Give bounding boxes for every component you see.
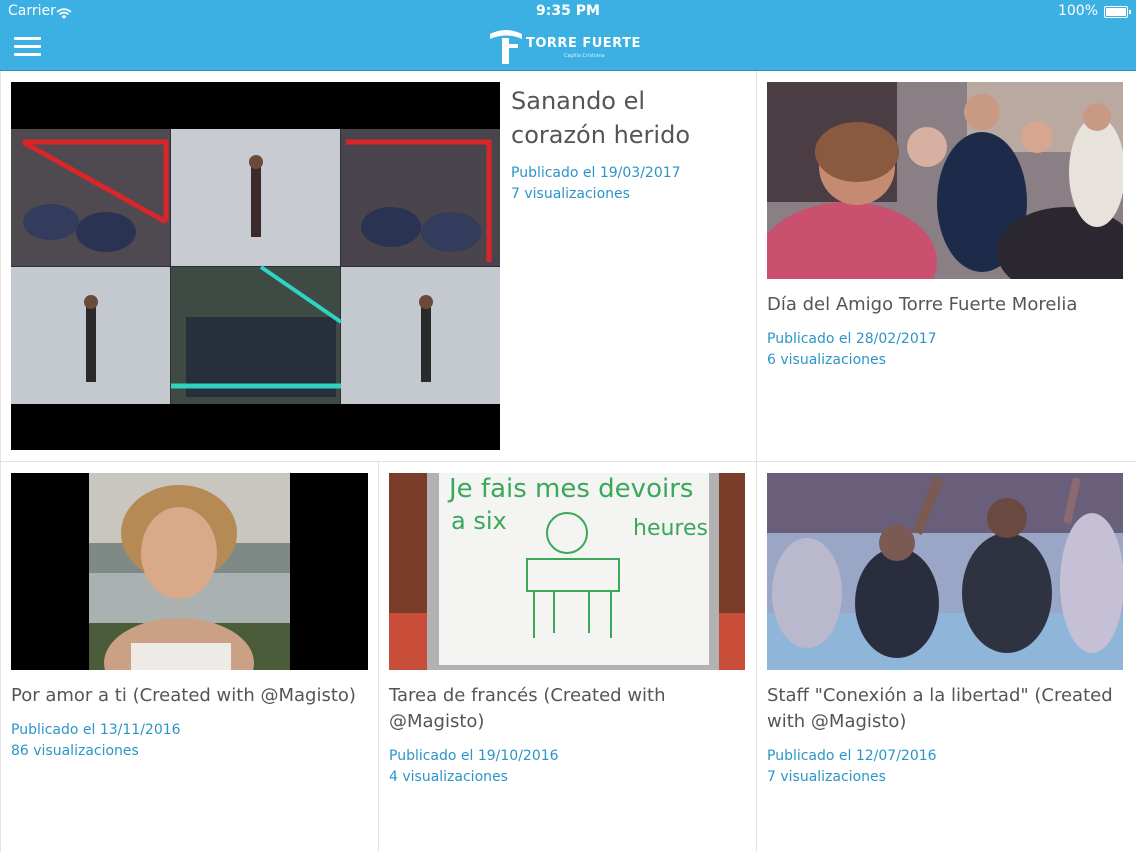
video-title[interactable]: Día del Amigo Torre Fuerte Morelia (767, 292, 1127, 318)
video-meta: Publicado el 12/07/2016 7 visualizacione… (767, 746, 937, 788)
video-thumbnail[interactable] (767, 82, 1123, 279)
whiteboard-text: a six (451, 507, 507, 535)
whiteboard-text: Je fais mes devoirs (447, 474, 693, 504)
menu-line-icon (14, 37, 41, 40)
hamburger-menu-button[interactable] (14, 37, 41, 57)
view-count: 7 visualizaciones (511, 186, 630, 202)
divider (756, 71, 757, 461)
divider (756, 462, 757, 852)
brand-logo[interactable]: TORRE FUERTE Capilla Cristiana (488, 28, 658, 66)
published-date: Publicado el 28/02/2017 (767, 331, 937, 347)
video-thumbnail[interactable] (11, 473, 368, 670)
video-thumbnail[interactable]: Je fais mes devoirs a six heures (389, 473, 745, 670)
video-title[interactable]: Sanando el corazón herido (511, 84, 746, 152)
video-meta: Publicado el 13/11/2016 86 visualizacion… (11, 720, 181, 762)
view-count: 6 visualizaciones (767, 352, 886, 368)
nav-bar: TORRE FUERTE Capilla Cristiana (0, 24, 1136, 71)
battery-percent: 100% (1057, 3, 1098, 19)
battery-icon (1104, 6, 1131, 18)
divider (1, 461, 1136, 462)
published-date: Publicado el 13/11/2016 (11, 722, 181, 738)
status-bar: Carrier 9:35 PM 100% (0, 0, 1136, 24)
published-date: Publicado el 19/03/2017 (511, 165, 681, 181)
tower-logo-icon (490, 30, 522, 64)
video-meta: Publicado el 19/03/2017 7 visualizacione… (511, 163, 681, 205)
video-thumbnail[interactable] (767, 473, 1123, 670)
view-count: 86 visualizaciones (11, 743, 139, 759)
video-meta: Publicado el 19/10/2016 4 visualizacione… (389, 746, 559, 788)
video-meta: Publicado el 28/02/2017 6 visualizacione… (767, 329, 937, 371)
view-count: 7 visualizaciones (767, 769, 886, 785)
logo-text: TORRE FUERTE (526, 36, 641, 51)
published-date: Publicado el 19/10/2016 (389, 748, 559, 764)
video-title[interactable]: Staff "Conexión a la libertad" (Created … (767, 683, 1127, 735)
video-title[interactable]: Tarea de francés (Created with @Magisto) (389, 683, 739, 735)
published-date: Publicado el 12/07/2016 (767, 748, 937, 764)
video-thumbnail[interactable] (11, 82, 500, 450)
menu-line-icon (14, 53, 41, 56)
logo-subtext: Capilla Cristiana (564, 53, 605, 59)
menu-line-icon (14, 45, 41, 48)
video-title[interactable]: Por amor a ti (Created with @Magisto) (11, 683, 371, 709)
view-count: 4 visualizaciones (389, 769, 508, 785)
whiteboard-text: heures (633, 516, 708, 541)
clock: 9:35 PM (536, 3, 600, 19)
divider (378, 462, 379, 852)
